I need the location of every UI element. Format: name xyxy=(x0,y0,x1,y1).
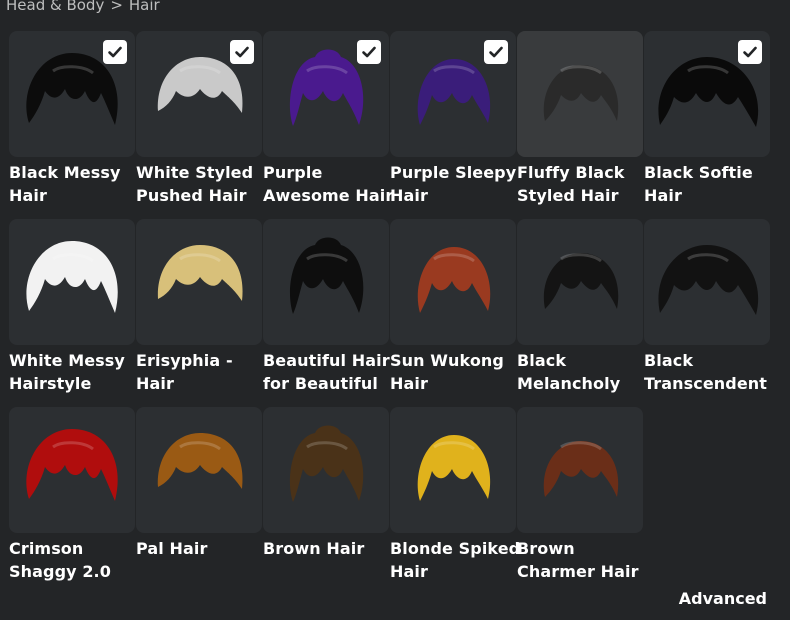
hair-item-name: Brown Charmer Hair xyxy=(517,539,639,581)
hair-item-name: Purple Awesome Hair xyxy=(263,163,394,205)
hair-thumbnail xyxy=(136,219,262,345)
hair-item-name: Fluffy Black Styled Hair xyxy=(517,163,625,205)
hair-thumbnail xyxy=(136,31,262,157)
hair-image-icon xyxy=(26,429,118,501)
equipped-checkmark-icon[interactable] xyxy=(738,40,762,64)
hair-thumbnail xyxy=(390,219,516,345)
hair-image-icon xyxy=(658,245,759,315)
advanced-button[interactable]: Advanced xyxy=(679,589,767,608)
hair-thumbnail xyxy=(390,31,516,157)
hair-item-name: Black Transcendent xyxy=(644,351,768,393)
breadcrumb: Head & Body > Hair xyxy=(6,0,160,14)
hair-thumbnail xyxy=(136,407,262,533)
hair-item[interactable]: Beautiful Hair for Beautiful xyxy=(263,219,390,407)
hair-item[interactable]: Purple Sleepy Hair xyxy=(390,31,516,219)
hair-item[interactable]: Purple Awesome Hair xyxy=(263,31,393,219)
hair-item[interactable]: Brown Hair xyxy=(263,407,389,595)
hair-item-name: Pal Hair xyxy=(136,539,208,558)
hair-item[interactable]: Black Transcendent xyxy=(644,219,770,407)
hair-item-name: Purple Sleepy Hair xyxy=(390,163,517,205)
hair-item-name: Beautiful Hair for Beautiful xyxy=(263,351,390,393)
equipped-checkmark-icon[interactable] xyxy=(484,40,508,64)
hair-item-name: Black Messy Hair xyxy=(9,163,121,205)
hair-item-name: Sun Wukong Hair xyxy=(390,351,504,393)
hair-item[interactable]: Black Softie Hair xyxy=(644,31,770,219)
hair-thumbnail xyxy=(517,407,643,533)
hair-thumbnail xyxy=(644,219,770,345)
hair-item-name: Blonde Spiked Hair xyxy=(390,539,521,581)
hair-image-icon xyxy=(543,65,619,121)
hair-image-icon xyxy=(417,247,491,313)
hair-thumbnail xyxy=(9,31,135,157)
hair-item-name: Black Softie Hair xyxy=(644,163,753,205)
breadcrumb-parent[interactable]: Head & Body xyxy=(6,0,104,14)
hair-thumbnail xyxy=(263,31,389,157)
hair-thumbnail xyxy=(9,407,135,533)
hair-image-icon xyxy=(289,425,364,502)
hair-item-name: Crimson Shaggy 2.0 xyxy=(9,539,111,581)
hair-thumbnail xyxy=(263,407,389,533)
hair-item[interactable]: White Messy Hairstyle xyxy=(9,219,135,407)
hair-image-icon xyxy=(157,245,243,301)
hair-item[interactable]: Sun Wukong Hair xyxy=(390,219,516,407)
breadcrumb-separator: > xyxy=(110,0,123,14)
hair-item[interactable]: Black Messy Hair xyxy=(9,31,135,219)
equipped-checkmark-icon[interactable] xyxy=(357,40,381,64)
hair-item-name: Erisyphia - Hair xyxy=(136,351,233,393)
hair-item[interactable]: Fluffy Black Styled Hair xyxy=(517,31,643,219)
equipped-checkmark-icon[interactable] xyxy=(230,40,254,64)
hair-item[interactable]: Black Melancholy xyxy=(517,219,643,407)
hair-thumbnail xyxy=(263,219,389,345)
hair-image-icon xyxy=(417,435,491,501)
hair-item[interactable]: Erisyphia - Hair xyxy=(136,219,262,407)
hair-item[interactable]: White Styled Pushed Hair xyxy=(136,31,262,219)
equipped-checkmark-icon[interactable] xyxy=(103,40,127,64)
hair-item[interactable]: Brown Charmer Hair xyxy=(517,407,643,595)
breadcrumb-current: Hair xyxy=(128,0,160,14)
hair-item[interactable]: Blonde Spiked Hair xyxy=(390,407,520,595)
hair-thumbnail xyxy=(9,219,135,345)
hair-thumbnail xyxy=(517,219,643,345)
hair-image-icon xyxy=(289,237,364,314)
hair-image-icon xyxy=(543,441,619,497)
hair-item-grid: Black Messy Hair White Styled Pushed Hair… xyxy=(9,31,770,595)
hair-item[interactable]: Crimson Shaggy 2.0 xyxy=(9,407,135,595)
hair-image-icon xyxy=(157,433,243,489)
hair-thumbnail xyxy=(517,31,643,157)
hair-item-name: White Messy Hairstyle xyxy=(9,351,125,393)
hair-image-icon xyxy=(543,253,619,309)
hair-image-icon xyxy=(26,241,118,313)
hair-thumbnail xyxy=(390,407,516,533)
hair-item[interactable]: Pal Hair xyxy=(136,407,262,595)
hair-thumbnail xyxy=(644,31,770,157)
hair-item-name: Brown Hair xyxy=(263,539,365,558)
hair-item-name: Black Melancholy xyxy=(517,351,621,393)
hair-item-name: White Styled Pushed Hair xyxy=(136,163,254,205)
